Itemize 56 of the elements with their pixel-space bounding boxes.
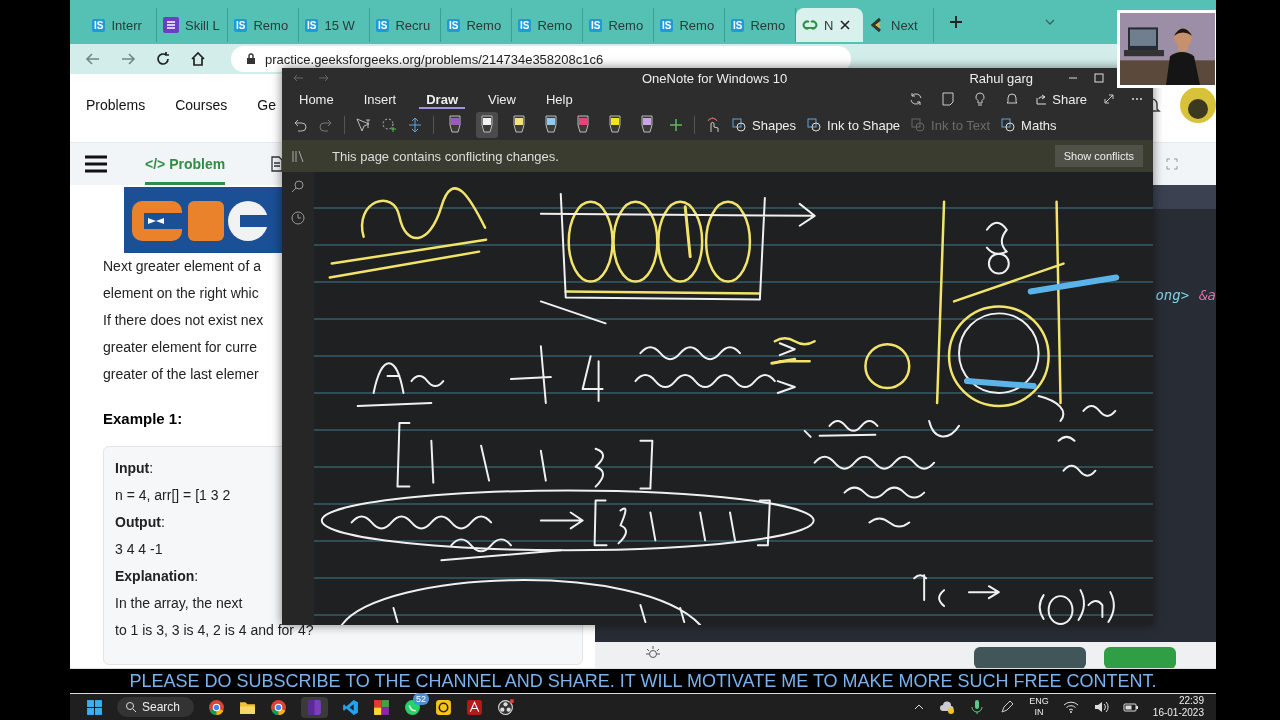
browser-tab[interactable]: IS Remo	[441, 8, 512, 42]
show-conflicts-button[interactable]: Show conflicts	[1054, 145, 1143, 167]
browser-tab[interactable]: IS Remo	[654, 8, 725, 42]
ribbon-tab[interactable]: Home	[292, 89, 341, 109]
ribbon-tab[interactable]: View	[481, 89, 523, 109]
browser-tab[interactable]: IS Interr	[86, 8, 157, 42]
ribbon-button[interactable]: Maths	[1000, 117, 1057, 133]
language-indicator[interactable]: ENG IN	[1029, 696, 1049, 718]
favicon: IS	[589, 18, 603, 32]
browser-tab[interactable]: Next	[863, 8, 934, 42]
banner-text: PLEASE DO SUBSCRIBE TO THE CHANNEL AND SHARE. IT WILL MOTIVATE ME TO MAKE MORE SUCH FREE CONTENT.	[129, 670, 1157, 692]
nav-link[interactable]: Problems	[86, 97, 146, 113]
clock[interactable]: 22:39 16-01-2023	[1152, 695, 1204, 719]
ribbon-button[interactable]: Ink to Shape	[806, 117, 901, 133]
browser-tab[interactable]: IS 15 W	[299, 8, 370, 42]
example-text: 3 4 4 -1	[115, 540, 163, 559]
nav-link[interactable]: Courses	[175, 97, 228, 113]
browser-tab[interactable]: IS Remo	[583, 8, 654, 42]
favicon: IS	[660, 18, 674, 32]
description-line: Next greater element of a	[103, 257, 261, 276]
description-line: If there does not exist nex	[103, 311, 264, 330]
ribbon-tab[interactable]: Draw	[419, 89, 465, 109]
favicon: IS	[376, 18, 390, 32]
browser-tab[interactable]: IS Remo	[512, 8, 583, 42]
example-text: Output:	[115, 513, 165, 532]
browser-tab[interactable]: Skill L	[157, 8, 228, 42]
ribbon-button[interactable]: Shapes	[731, 117, 797, 133]
problem-tab[interactable]: </> Problem	[145, 143, 226, 185]
description-line: element on the right whic	[103, 284, 259, 303]
share-button[interactable]: Share	[1036, 91, 1087, 107]
description-line: greater of the last elemer	[103, 365, 259, 384]
favicon: IS	[92, 18, 106, 32]
favicon: IS	[731, 18, 745, 32]
code-text: &a	[1199, 287, 1216, 303]
example-text: In the array, the next	[115, 594, 243, 613]
browser-tab[interactable]: IS Recru	[370, 8, 441, 42]
favicon: IS	[305, 18, 319, 32]
nav-link[interactable]: Ge	[257, 97, 276, 113]
favicon: IS	[447, 18, 461, 32]
search-box[interactable]: Search	[117, 697, 195, 717]
notice-message: This page contains conflicting changes.	[332, 148, 559, 164]
example-text: Input:	[115, 459, 154, 478]
example-heading: Example 1:	[103, 409, 183, 429]
example-text: to 1 is 3, 3 is 4, 2 is 4 and for 4?	[115, 621, 314, 640]
browser-tab[interactable]: IS Remo	[228, 8, 299, 42]
example-text: Explanation:	[115, 567, 199, 586]
ribbon-tab[interactable]: Insert	[356, 89, 404, 109]
ribbon-tab[interactable]: Help	[538, 89, 580, 109]
favicon: IS	[518, 18, 532, 32]
example-text: n = 4, arr[] = [1 3 2	[115, 486, 231, 505]
window-title: OneNote for Windows 10	[642, 70, 788, 86]
user-name[interactable]: Rahul garg	[969, 70, 1033, 86]
description-line: greater element for curre	[103, 338, 258, 357]
code-text: ong>	[1155, 287, 1190, 303]
favicon: IS	[234, 18, 248, 32]
browser-tab[interactable]: N	[796, 8, 863, 42]
